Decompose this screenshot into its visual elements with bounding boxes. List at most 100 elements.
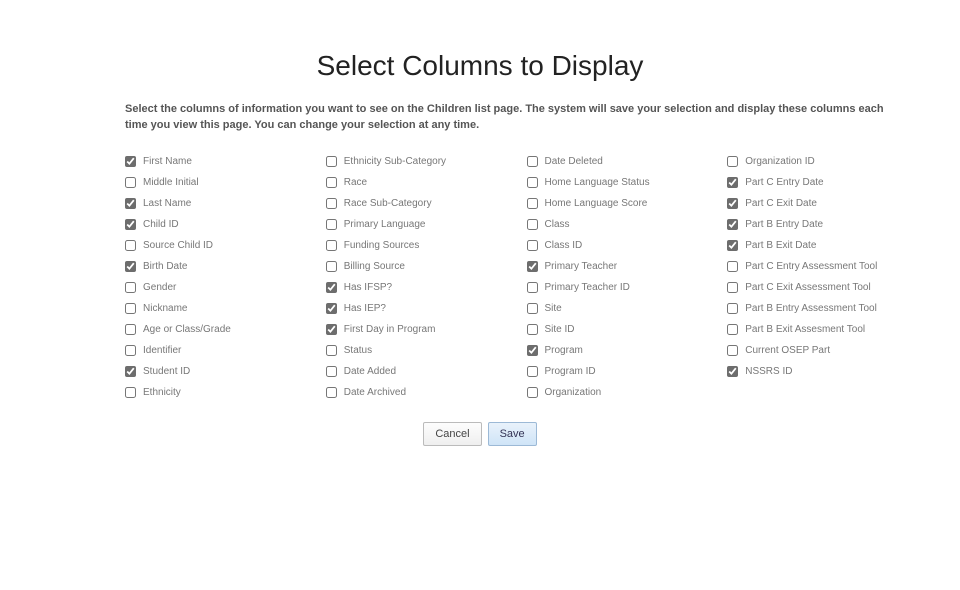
column-checkbox[interactable] [125, 219, 136, 230]
instructions-text: Select the columns of information you wa… [125, 102, 905, 134]
column-label[interactable]: Program ID [545, 366, 596, 377]
column-checkbox[interactable] [125, 324, 136, 335]
column-label[interactable]: Child ID [143, 219, 179, 230]
column-label[interactable]: Status [344, 345, 372, 356]
column-label[interactable]: Primary Language [344, 219, 426, 230]
column-label[interactable]: NSSRS ID [745, 366, 792, 377]
column-label[interactable]: Class [545, 219, 570, 230]
column-label[interactable]: Primary Teacher [545, 261, 618, 272]
column-checkbox[interactable] [727, 282, 738, 293]
column-label[interactable]: Part C Entry Assessment Tool [745, 261, 877, 272]
column-label[interactable]: Ethnicity Sub-Category [344, 156, 446, 167]
column-checkbox[interactable] [727, 198, 738, 209]
column-option: Ethnicity Sub-Category [326, 152, 519, 171]
column-label[interactable]: Site ID [545, 324, 575, 335]
cancel-button[interactable]: Cancel [423, 422, 481, 446]
column-checkbox[interactable] [326, 240, 337, 251]
column-checkbox[interactable] [727, 240, 738, 251]
column-checkbox[interactable] [727, 303, 738, 314]
column-label[interactable]: Ethnicity [143, 387, 181, 398]
column-label[interactable]: Home Language Score [545, 198, 648, 209]
column-checkbox[interactable] [527, 198, 538, 209]
column-checkbox[interactable] [527, 303, 538, 314]
column-label[interactable]: Part C Entry Date [745, 177, 823, 188]
column-label[interactable]: Age or Class/Grade [143, 324, 231, 335]
column-checkbox[interactable] [527, 261, 538, 272]
column-checkbox[interactable] [727, 366, 738, 377]
column-checkbox[interactable] [125, 198, 136, 209]
column-checkbox[interactable] [527, 345, 538, 356]
column-label[interactable]: First Name [143, 156, 192, 167]
column-label[interactable]: Nickname [143, 303, 187, 314]
column-checkbox[interactable] [326, 219, 337, 230]
column-label[interactable]: Part B Entry Assessment Tool [745, 303, 877, 314]
column-checkbox[interactable] [727, 219, 738, 230]
column-checkbox[interactable] [326, 261, 337, 272]
column-label[interactable]: Current OSEP Part [745, 345, 830, 356]
column-label[interactable]: Middle Initial [143, 177, 199, 188]
column-checkbox[interactable] [527, 240, 538, 251]
column-label[interactable]: Race Sub-Category [344, 198, 432, 209]
column-label[interactable]: Part B Exit Assesment Tool [745, 324, 865, 335]
column-checkbox[interactable] [727, 324, 738, 335]
column-label[interactable]: Gender [143, 282, 176, 293]
column-checkbox[interactable] [326, 198, 337, 209]
column-label[interactable]: Date Archived [344, 387, 406, 398]
column-label[interactable]: Organization ID [745, 156, 814, 167]
column-label[interactable]: Identifier [143, 345, 181, 356]
column-checkbox[interactable] [527, 156, 538, 167]
column-label[interactable]: Last Name [143, 198, 191, 209]
column-label[interactable]: First Day in Program [344, 324, 436, 335]
column-checkbox[interactable] [125, 303, 136, 314]
column-label[interactable]: Student ID [143, 366, 190, 377]
column-label[interactable]: Organization [545, 387, 602, 398]
column-checkbox[interactable] [125, 345, 136, 356]
column-label[interactable]: Part B Entry Date [745, 219, 823, 230]
column-label[interactable]: Class ID [545, 240, 583, 251]
column-checkbox[interactable] [527, 282, 538, 293]
column-label[interactable]: Home Language Status [545, 177, 650, 188]
column-checkbox[interactable] [727, 156, 738, 167]
column-checkbox[interactable] [125, 177, 136, 188]
column-checkbox[interactable] [125, 261, 136, 272]
column-option: Part C Entry Assessment Tool [727, 257, 920, 276]
column-checkbox[interactable] [527, 324, 538, 335]
column-checkbox[interactable] [326, 303, 337, 314]
column-label[interactable]: Date Added [344, 366, 396, 377]
column-label[interactable]: Part B Exit Date [745, 240, 816, 251]
column-label[interactable]: Has IEP? [344, 303, 386, 314]
column-checkbox[interactable] [527, 219, 538, 230]
column-label[interactable]: Site [545, 303, 562, 314]
column-label[interactable]: Part C Exit Date [745, 198, 817, 209]
column-checkbox[interactable] [326, 177, 337, 188]
column-label[interactable]: Part C Exit Assessment Tool [745, 282, 870, 293]
column-checkbox[interactable] [125, 282, 136, 293]
column-option: Current OSEP Part [727, 341, 920, 360]
column-label[interactable]: Race [344, 177, 367, 188]
column-checkbox[interactable] [326, 366, 337, 377]
column-checkbox[interactable] [527, 177, 538, 188]
column-label[interactable]: Source Child ID [143, 240, 213, 251]
column-checkbox[interactable] [527, 387, 538, 398]
column-checkbox[interactable] [326, 345, 337, 356]
column-checkbox[interactable] [326, 282, 337, 293]
column-checkbox[interactable] [326, 387, 337, 398]
column-label[interactable]: Primary Teacher ID [545, 282, 630, 293]
column-checkbox[interactable] [326, 156, 337, 167]
column-label[interactable]: Has IFSP? [344, 282, 392, 293]
column-label[interactable]: Birth Date [143, 261, 187, 272]
column-checkbox[interactable] [125, 366, 136, 377]
column-label[interactable]: Program [545, 345, 583, 356]
column-checkbox[interactable] [727, 345, 738, 356]
column-checkbox[interactable] [125, 240, 136, 251]
column-checkbox[interactable] [125, 156, 136, 167]
column-checkbox[interactable] [125, 387, 136, 398]
save-button[interactable]: Save [488, 422, 537, 446]
column-label[interactable]: Billing Source [344, 261, 405, 272]
column-checkbox[interactable] [727, 261, 738, 272]
column-label[interactable]: Date Deleted [545, 156, 603, 167]
column-checkbox[interactable] [727, 177, 738, 188]
column-checkbox[interactable] [326, 324, 337, 335]
column-checkbox[interactable] [527, 366, 538, 377]
column-label[interactable]: Funding Sources [344, 240, 420, 251]
